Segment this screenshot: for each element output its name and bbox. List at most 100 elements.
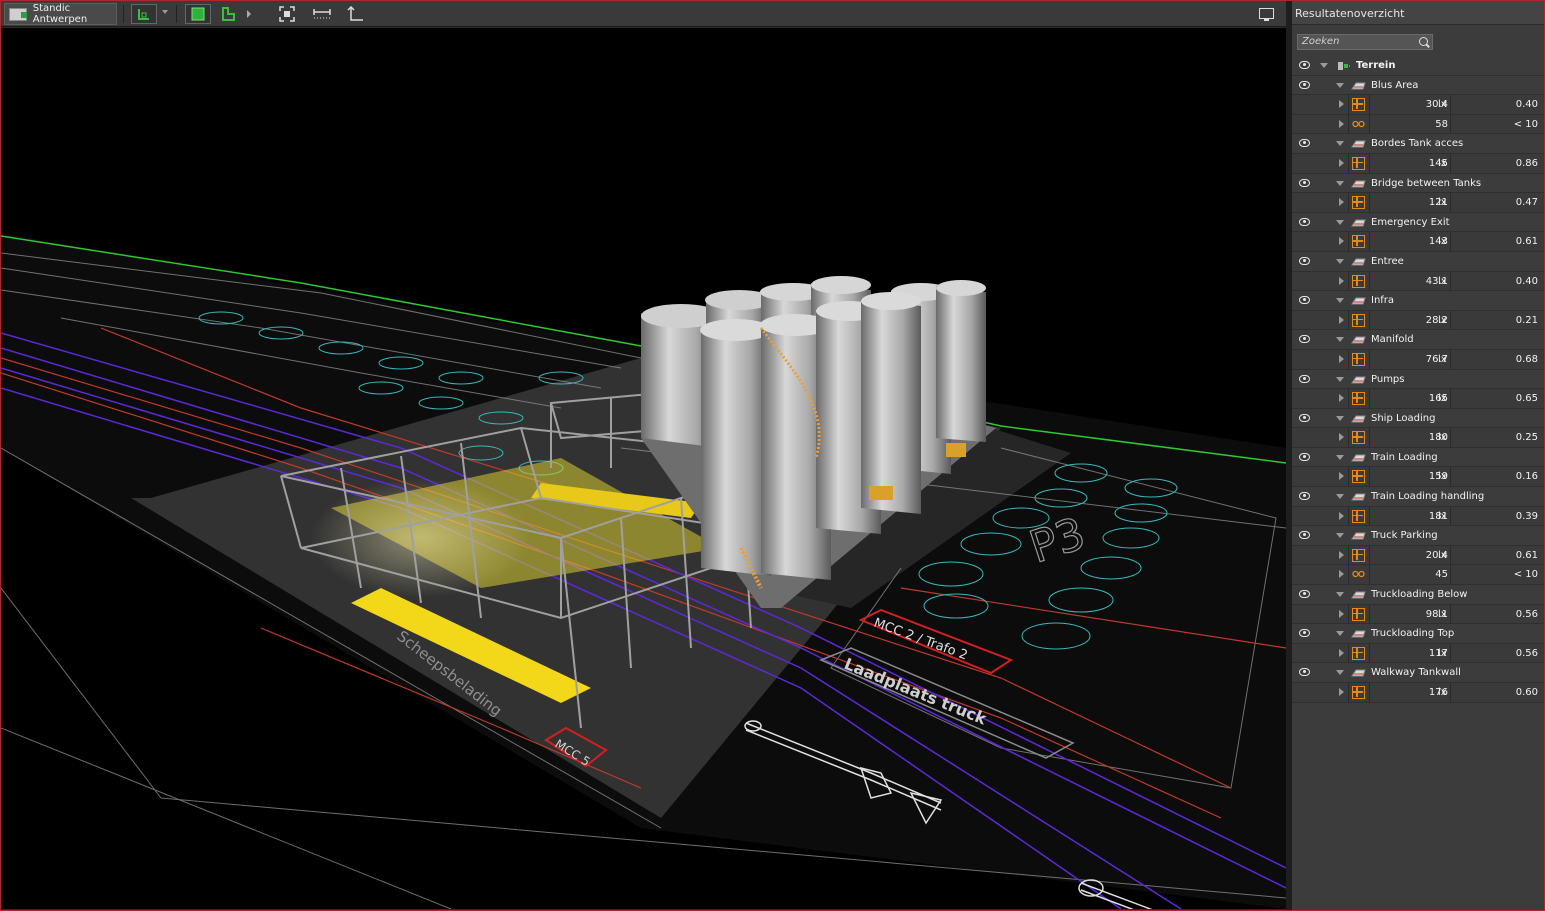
expand-caret-icon[interactable]: [1339, 100, 1344, 109]
expand-caret-icon[interactable]: [1339, 315, 1344, 324]
visibility-eye-icon[interactable]: [1299, 492, 1310, 501]
collapse-caret-icon[interactable]: [1320, 63, 1328, 68]
tree-area-row[interactable]: Pumps: [1292, 369, 1544, 390]
measure-height-button[interactable]: [344, 4, 368, 24]
visibility-eye-icon[interactable]: [1299, 374, 1310, 383]
scene-canvas[interactable]: MCC 2 / Trafo 2 Laadplaats truck MCC 5 S…: [1, 28, 1286, 909]
expand-caret-icon[interactable]: [1339, 472, 1344, 481]
search-icon[interactable]: [1419, 37, 1428, 46]
tree-result-row[interactable]: 28.2 lx 0.21: [1292, 310, 1544, 331]
tree-result-row[interactable]: 76.7 lx 0.68: [1292, 349, 1544, 370]
shaded-view-button[interactable]: [185, 4, 211, 24]
tree-result-row[interactable]: 20.4 lx 0.61: [1292, 545, 1544, 566]
collapse-caret-icon[interactable]: [1336, 415, 1344, 421]
calculation-area-icon: [1351, 630, 1366, 638]
area-name: Train Loading handling: [1371, 491, 1485, 503]
expand-caret-icon[interactable]: [1339, 648, 1344, 657]
expand-caret-icon[interactable]: [1339, 550, 1344, 559]
visibility-eye-icon[interactable]: [1299, 629, 1310, 638]
collapse-caret-icon[interactable]: [1336, 454, 1344, 460]
tree-result-row[interactable]: 45 < 10: [1292, 565, 1544, 586]
visibility-eye-icon[interactable]: [1299, 668, 1310, 677]
collapse-caret-icon[interactable]: [1336, 670, 1344, 676]
tree-area-row[interactable]: Bridge between Tanks: [1292, 173, 1544, 194]
tree-result-row[interactable]: 145 lx 0.86: [1292, 153, 1544, 174]
collapse-caret-icon[interactable]: [1336, 180, 1344, 186]
expand-caret-icon[interactable]: [1339, 158, 1344, 167]
tree-area-row[interactable]: Ship Loading: [1292, 408, 1544, 429]
tree-area-row[interactable]: Truck Parking: [1292, 526, 1544, 546]
tree-area-row[interactable]: Bordes Tank acces: [1292, 134, 1544, 154]
tree-result-row[interactable]: 98.1 lx 0.56: [1292, 604, 1544, 625]
view-mode-button[interactable]: [131, 4, 157, 24]
tree-result-row[interactable]: 176 lx 0.60: [1292, 683, 1544, 703]
visibility-eye-icon[interactable]: [1299, 590, 1310, 599]
expand-caret-icon[interactable]: [1339, 609, 1344, 618]
expand-caret-icon[interactable]: [1339, 198, 1344, 207]
tree-result-row[interactable]: 143 lx 0.61: [1292, 232, 1544, 252]
tree-area-row[interactable]: Infra: [1292, 291, 1544, 311]
tree-root-terrein[interactable]: Terrein: [1292, 56, 1544, 76]
visibility-eye-icon[interactable]: [1299, 80, 1310, 89]
visibility-eye-icon[interactable]: [1299, 139, 1310, 148]
expand-caret-icon[interactable]: [1339, 354, 1344, 363]
tree-area-row[interactable]: Truckloading Below: [1292, 585, 1544, 605]
tree-result-row[interactable]: 165 lx 0.65: [1292, 389, 1544, 409]
tree-area-row[interactable]: Truckloading Top: [1292, 624, 1544, 644]
expand-caret-icon[interactable]: [1339, 570, 1344, 579]
expand-icon[interactable]: [247, 10, 251, 18]
monitor-icon[interactable]: [1259, 8, 1274, 21]
collapse-caret-icon[interactable]: [1336, 82, 1344, 88]
collapse-caret-icon[interactable]: [1336, 141, 1344, 147]
visibility-eye-icon[interactable]: [1299, 256, 1310, 265]
expand-caret-icon[interactable]: [1339, 433, 1344, 442]
tree-area-row[interactable]: Train Loading: [1292, 447, 1544, 468]
expand-caret-icon[interactable]: [1339, 394, 1344, 403]
visibility-eye-icon[interactable]: [1299, 452, 1310, 461]
tree-area-row[interactable]: Blus Area: [1292, 75, 1544, 96]
visibility-eye-icon[interactable]: [1299, 296, 1310, 305]
collapse-caret-icon[interactable]: [1336, 337, 1344, 343]
calculation-area-icon: [1351, 669, 1366, 677]
collapse-caret-icon[interactable]: [1336, 533, 1344, 539]
collapse-caret-icon[interactable]: [1336, 298, 1344, 304]
tree-area-row[interactable]: Emergency Exit: [1292, 212, 1544, 233]
tree-result-row[interactable]: 181 lx 0.39: [1292, 506, 1544, 527]
illuminance-grid-icon: [1352, 313, 1365, 327]
visibility-eye-icon[interactable]: [1299, 413, 1310, 422]
collapse-caret-icon[interactable]: [1336, 592, 1344, 598]
visibility-eye-icon[interactable]: [1299, 335, 1310, 344]
tree-result-row[interactable]: 180 lx 0.25: [1292, 428, 1544, 448]
search-input[interactable]: Zoeken: [1297, 34, 1433, 50]
tree-area-row[interactable]: Entree: [1292, 251, 1544, 272]
visibility-eye-icon[interactable]: [1299, 217, 1310, 226]
collapse-caret-icon[interactable]: [1336, 376, 1344, 382]
tree-result-row[interactable]: 117 lx 0.56: [1292, 643, 1544, 664]
tree-result-row[interactable]: 121 lx 0.47: [1292, 193, 1544, 213]
collapse-caret-icon[interactable]: [1336, 258, 1344, 264]
visibility-eye-icon[interactable]: [1299, 178, 1310, 187]
expand-caret-icon[interactable]: [1339, 237, 1344, 246]
visibility-eye-icon[interactable]: [1299, 531, 1310, 540]
collapse-caret-icon[interactable]: [1336, 219, 1344, 225]
tree-result-row[interactable]: 159 lx 0.16: [1292, 467, 1544, 488]
tree-area-row[interactable]: Walkway Tankwall: [1292, 663, 1544, 683]
dropdown-icon[interactable]: [162, 10, 168, 14]
tree-result-row[interactable]: 58 < 10: [1292, 114, 1544, 135]
expand-caret-icon[interactable]: [1339, 119, 1344, 128]
expand-caret-icon[interactable]: [1339, 511, 1344, 520]
tree-result-row[interactable]: 30.4 lx 0.40: [1292, 95, 1544, 115]
tree-result-row[interactable]: 43.1 lx 0.40: [1292, 271, 1544, 292]
collapse-caret-icon[interactable]: [1336, 631, 1344, 637]
tree-area-row[interactable]: Train Loading handling: [1292, 487, 1544, 507]
3d-viewport[interactable]: MCC 2 / Trafo 2 Laadplaats truck MCC 5 S…: [1, 28, 1286, 909]
expand-caret-icon[interactable]: [1339, 688, 1344, 696]
measure-distance-button[interactable]: [310, 4, 334, 24]
expand-caret-icon[interactable]: [1339, 276, 1344, 285]
tree-area-row[interactable]: Manifold: [1292, 330, 1544, 350]
collapse-caret-icon[interactable]: [1336, 494, 1344, 500]
fit-view-button[interactable]: [275, 4, 299, 24]
wire-view-button[interactable]: [216, 4, 240, 24]
visibility-eye-icon[interactable]: [1299, 61, 1310, 69]
project-button[interactable]: Standic Antwerpen: [4, 3, 117, 25]
